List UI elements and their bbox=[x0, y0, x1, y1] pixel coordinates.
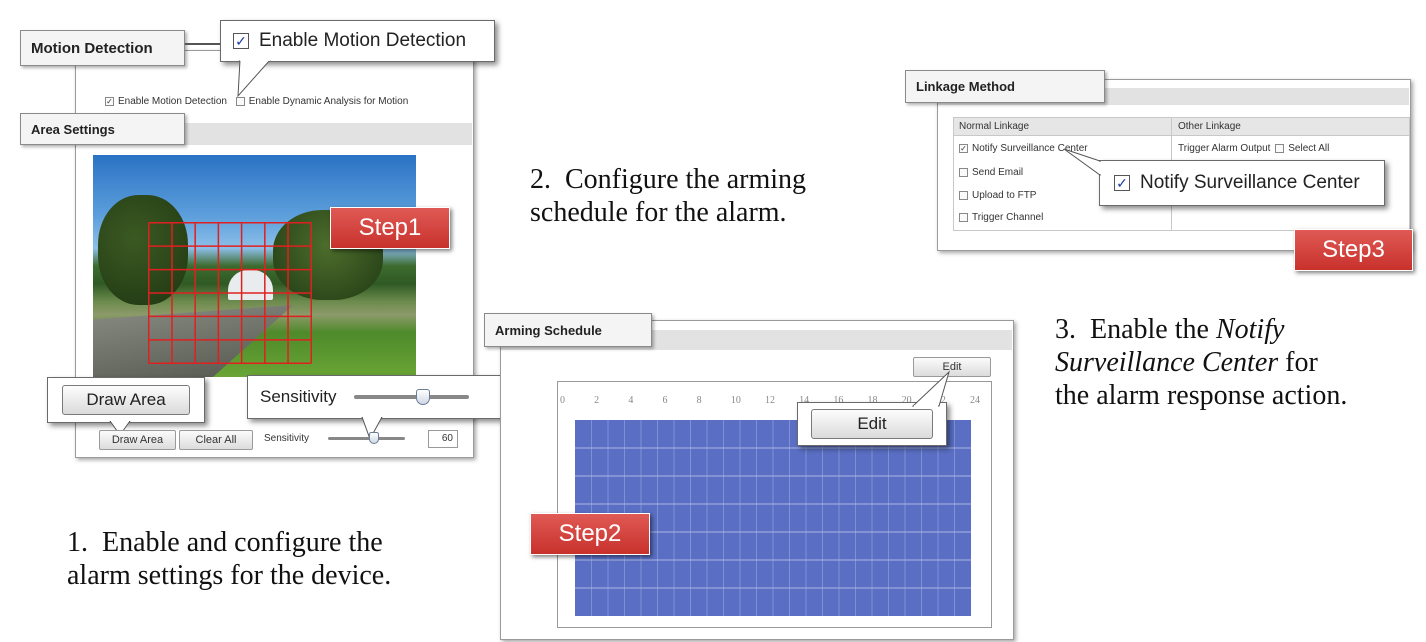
instruction-3-line3: the alarm response action. bbox=[1055, 380, 1348, 411]
clear-all-button[interactable]: Clear All bbox=[179, 430, 253, 450]
instruction-2-line1: Configure the arming bbox=[565, 164, 807, 195]
other-linkage-header: Other Linkage bbox=[1178, 121, 1241, 132]
sensitivity-value[interactable]: 60 bbox=[428, 430, 458, 448]
sensitivity-callout-thumb[interactable] bbox=[416, 389, 430, 405]
notify-callout-checkbox[interactable]: ✓ bbox=[1114, 175, 1130, 191]
sensitivity-label: Sensitivity bbox=[264, 433, 310, 444]
instruction-2: 2. Configure the arming schedule for the… bbox=[530, 163, 806, 229]
trigger-alarm-output-label: Trigger Alarm Output bbox=[1178, 143, 1271, 154]
hour-tick-6: 6 bbox=[662, 395, 668, 406]
sensitivity-value-text: 60 bbox=[441, 433, 453, 444]
hour-tick-10: 10 bbox=[730, 395, 741, 406]
instruction-2-number: 2. bbox=[530, 164, 551, 195]
instruction-1-number: 1. bbox=[67, 527, 88, 558]
edit-callout: Edit bbox=[797, 402, 947, 446]
enable-dynamic-checkbox[interactable] bbox=[235, 96, 245, 106]
callout-pointer bbox=[237, 60, 271, 98]
edit-callout-pointer bbox=[911, 370, 951, 407]
hour-tick-0: 0 bbox=[560, 395, 565, 406]
step3-badge: Step3 bbox=[1294, 229, 1413, 271]
step1-badge: Step1 bbox=[330, 207, 450, 249]
send-email-checkbox[interactable] bbox=[959, 167, 968, 177]
instruction-1-line2: alarm settings for the device. bbox=[67, 560, 392, 591]
trigger-channel-label: Trigger Channel bbox=[972, 212, 1044, 223]
edit-callout-label: Edit bbox=[857, 414, 887, 433]
enable-motion-checkbox[interactable]: ✓ bbox=[105, 96, 114, 106]
camera-preview-image[interactable] bbox=[93, 155, 416, 377]
draw-area-callout-button[interactable]: Draw Area bbox=[62, 385, 190, 415]
linkage-method-tab[interactable]: Linkage Method bbox=[905, 70, 1105, 103]
clear-all-button-label: Clear All bbox=[195, 434, 237, 446]
instruction-1: 1. Enable and configure the alarm settin… bbox=[67, 526, 391, 592]
arming-schedule-tab[interactable]: Arming Schedule bbox=[484, 313, 652, 347]
select-all-checkbox[interactable] bbox=[1275, 143, 1285, 153]
sensitivity-callout-track[interactable] bbox=[354, 395, 469, 399]
arming-schedule-label: Arming Schedule bbox=[495, 322, 602, 338]
linkage-item-email[interactable]: Send Email bbox=[959, 167, 1023, 178]
instruction-3-italic1: Notify bbox=[1215, 314, 1285, 345]
step2-badge: Step2 bbox=[530, 513, 650, 555]
draw-area-callout: Draw Area bbox=[47, 377, 205, 423]
enable-motion-callout-label: Enable Motion Detection bbox=[259, 30, 467, 51]
notify-callout-label: Notify Surveillance Center bbox=[1140, 172, 1360, 193]
hour-tick-12: 12 bbox=[765, 395, 775, 406]
linkage-item-trigger-channel[interactable]: Trigger Channel bbox=[959, 212, 1043, 223]
linkage-method-label: Linkage Method bbox=[916, 79, 1015, 94]
motion-detection-tab[interactable]: Motion Detection bbox=[20, 30, 185, 66]
hour-tick-8: 8 bbox=[696, 395, 702, 406]
draw-area-button-label: Draw Area bbox=[111, 434, 164, 446]
sensitivity-thumb[interactable] bbox=[369, 432, 380, 444]
instruction-3-italic2: Surveillance Center bbox=[1055, 347, 1279, 378]
motion-detection-tab-label: Motion Detection bbox=[31, 39, 153, 57]
area-settings-label: Area Settings bbox=[31, 121, 115, 137]
instruction-3-suffix: for bbox=[1285, 347, 1318, 378]
draw-area-callout-label: Draw Area bbox=[86, 390, 166, 409]
area-settings-tab[interactable]: Area Settings bbox=[20, 113, 185, 145]
notify-callout: ✓ Notify Surveillance Center bbox=[1099, 160, 1385, 206]
notify-callout-pointer bbox=[1063, 148, 1101, 176]
upload-ftp-checkbox[interactable] bbox=[959, 190, 968, 200]
instruction-1-line1: Enable and configure the bbox=[102, 527, 383, 558]
trigger-channel-checkbox[interactable] bbox=[959, 212, 968, 222]
enable-motion-callout-checkbox[interactable]: ✓ bbox=[233, 33, 249, 49]
trigger-alarm-output-row: Trigger Alarm Output Select All bbox=[1178, 143, 1329, 154]
hour-tick-4: 4 bbox=[628, 395, 634, 406]
normal-linkage-header: Normal Linkage bbox=[959, 121, 1030, 132]
step1-label: Step1 bbox=[358, 214, 422, 241]
enable-motion-callout: ✓ Enable Motion Detection bbox=[220, 20, 495, 62]
step2-label: Step2 bbox=[558, 520, 622, 547]
enable-motion-label: Enable Motion Detection bbox=[118, 96, 227, 107]
hour-tick-2: 2 bbox=[594, 395, 600, 406]
callout-connector-line bbox=[185, 43, 221, 45]
motion-checkbox-row: ✓ Enable Motion Detection Enable Dynamic … bbox=[105, 96, 408, 107]
hour-tick-24: 24 bbox=[970, 395, 980, 406]
enable-dynamic-label: Enable Dynamic Analysis for Motion bbox=[248, 96, 409, 107]
sensitivity-callout-label: Sensitivity bbox=[260, 387, 337, 406]
edit-callout-button[interactable]: Edit bbox=[811, 409, 933, 439]
detection-grid bbox=[148, 222, 312, 364]
linkage-item-ftp[interactable]: Upload to FTP bbox=[959, 190, 1036, 201]
notify-checkbox[interactable]: ✓ bbox=[959, 143, 968, 153]
instruction-2-line2: schedule for the alarm. bbox=[530, 197, 787, 228]
instruction-3-prefix: Enable the bbox=[1090, 314, 1209, 345]
draw-area-button[interactable]: Draw Area bbox=[99, 430, 176, 450]
instruction-3: 3. Enable the Notify Surveillance Center… bbox=[1055, 313, 1347, 412]
sensitivity-track[interactable] bbox=[328, 437, 405, 440]
upload-ftp-label: Upload to FTP bbox=[972, 190, 1037, 201]
step3-label: Step3 bbox=[1322, 236, 1385, 263]
select-all-label: Select All bbox=[1288, 143, 1330, 154]
instruction-3-number: 3. bbox=[1055, 314, 1076, 345]
send-email-label: Send Email bbox=[972, 167, 1024, 178]
